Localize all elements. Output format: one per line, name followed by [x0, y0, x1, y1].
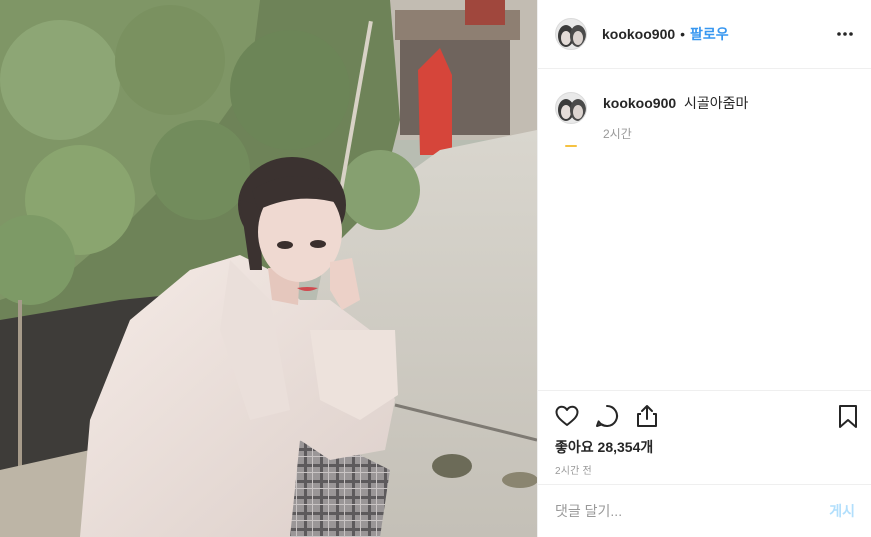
follow-button[interactable]: 팔로우 [690, 24, 729, 44]
post-photo[interactable] [0, 0, 537, 537]
separator-dot: • [680, 26, 686, 42]
avatar[interactable] [555, 18, 587, 50]
share-icon[interactable] [634, 403, 660, 429]
post-actions: 좋아요 28,354개 2시간 전 [538, 390, 871, 477]
more-options-icon[interactable] [835, 24, 855, 44]
post-header: kookoo900 • 팔로우 [538, 0, 871, 69]
header-username[interactable]: kookoo900 [602, 26, 675, 42]
avatar-image [556, 19, 586, 49]
comment-box: 게시 [538, 484, 871, 537]
caption-avatar[interactable] [555, 92, 587, 124]
caption-timestamp[interactable]: 2시간 [603, 125, 748, 142]
post-sidebar: kookoo900 • 팔로우 kookoo900 시골아줌마 2시간 좋아요 … [537, 0, 871, 537]
bookmark-icon[interactable] [835, 403, 861, 429]
post-comment-button[interactable]: 게시 [829, 501, 855, 521]
caption-text: 시골아줌마 [684, 95, 749, 111]
photo-illustration [0, 0, 537, 537]
comment-input[interactable] [555, 503, 830, 519]
loading-indicator [565, 145, 577, 147]
heart-icon[interactable] [554, 403, 580, 429]
caption-username[interactable]: kookoo900 [603, 95, 676, 111]
post-timestamp[interactable]: 2시간 전 [555, 462, 592, 477]
post-caption: kookoo900 시골아줌마 2시간 [555, 90, 855, 142]
likes-count[interactable]: 좋아요 28,354개 [555, 437, 653, 457]
avatar-image [556, 93, 586, 123]
comment-icon[interactable] [594, 403, 620, 429]
